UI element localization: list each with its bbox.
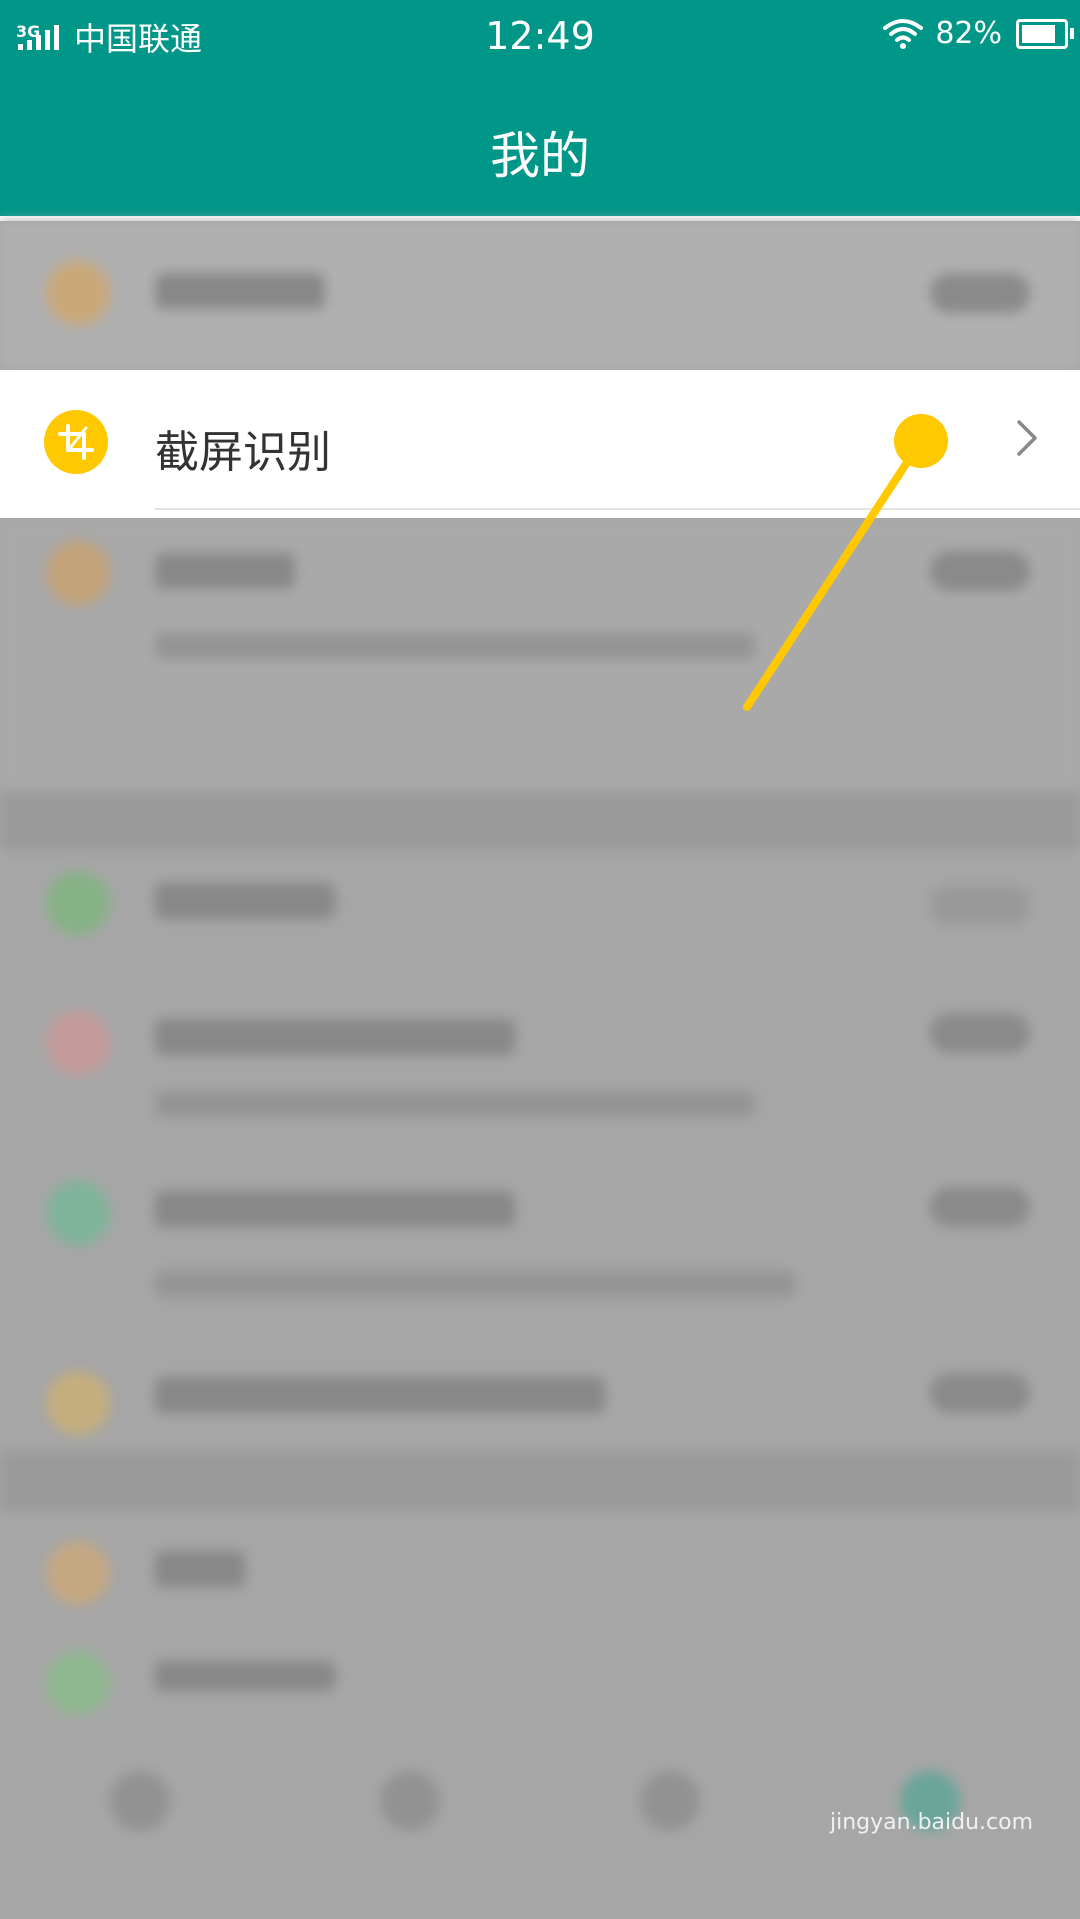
crop-icon	[44, 410, 108, 474]
watermark-url: jingyan.baidu.com	[830, 1810, 1034, 1835]
page-title: 我的	[490, 127, 590, 185]
blurred-row	[0, 221, 1080, 369]
blurred-row	[0, 521, 1080, 791]
blurred-row	[0, 851, 1080, 1919]
chevron-right-icon	[1017, 420, 1037, 456]
row-divider	[155, 508, 1080, 510]
status-bar: 3G 中国联通 12:49 82%	[0, 0, 1080, 76]
nav-bar: 我的	[0, 76, 1080, 221]
blurred-separator	[0, 791, 1080, 851]
baidu-watermark: jingyan.baidu.com	[830, 1810, 1033, 1835]
wifi-icon	[883, 18, 924, 49]
row-label: 截屏识别	[155, 427, 331, 478]
battery-percentage: 82%	[935, 16, 1002, 51]
screenshot-recognition-row[interactable]: 截屏识别	[0, 370, 1080, 518]
battery-icon	[1016, 18, 1074, 49]
